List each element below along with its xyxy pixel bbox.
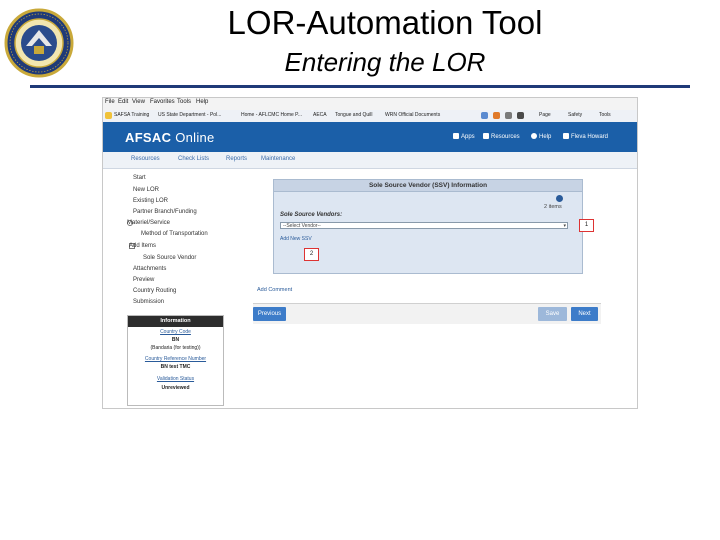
brand-bold: AFSAC: [125, 130, 172, 145]
user-icon: [563, 133, 569, 139]
menu-help[interactable]: Help: [196, 99, 208, 105]
crn-value: BN test TMC: [160, 364, 191, 370]
chevron-down-icon: ▾: [563, 223, 566, 229]
tree-item-sole-source-vendor[interactable]: Sole Source Vendor: [143, 255, 196, 261]
crn-link[interactable]: Country Reference Number: [128, 356, 223, 362]
tools-menu[interactable]: Tools: [599, 112, 611, 118]
nav-help-label: Help: [539, 134, 552, 140]
menu-file[interactable]: File: [105, 99, 115, 105]
nav-resources-label: Resources: [491, 134, 520, 140]
save-button[interactable]: Save: [538, 307, 567, 321]
add-new-ssv-link[interactable]: Add New SSV: [280, 236, 312, 242]
ssv-panel-title: Sole Source Vendor (SSV) Information: [274, 180, 582, 192]
print-icon[interactable]: [517, 112, 524, 119]
next-button[interactable]: Next: [571, 307, 598, 321]
slide-subtitle: Entering the LOR: [284, 47, 486, 77]
nav-resources[interactable]: Resources: [483, 133, 520, 140]
menu-tools[interactable]: Tools: [177, 99, 191, 105]
button-bar: Previous Save Next: [253, 303, 601, 324]
tree-item-attachments[interactable]: Attachments: [133, 266, 166, 272]
information-header: Information: [128, 316, 223, 327]
vendor-select[interactable]: --Select Vendor-- ▾: [280, 222, 568, 229]
tree-item-add-items-label: Add Items: [129, 243, 157, 249]
tree-item-existing-lor[interactable]: Existing LOR: [133, 198, 168, 204]
info-icon[interactable]: [556, 195, 563, 202]
vendor-select-value: --Select Vendor--: [283, 223, 321, 229]
favorite-link[interactable]: AECA: [313, 112, 327, 118]
grid-icon: [453, 133, 459, 139]
callout-2: 2: [304, 248, 319, 261]
favorite-link[interactable]: SAFSA Training: [114, 112, 149, 118]
ssv-panel: Sole Source Vendor (SSV) Information 2 i…: [273, 179, 594, 274]
favorites-star-icon[interactable]: [105, 112, 112, 119]
validation-status-link[interactable]: Validation Status: [128, 376, 223, 382]
nav-user-label: Fleva Howard: [571, 134, 609, 140]
nav-help[interactable]: Help: [531, 133, 551, 140]
slide-title: LOR-Automation Tool: [227, 4, 543, 41]
tree-item-submission[interactable]: Submission: [133, 299, 164, 305]
favorite-link[interactable]: Home - AFLCMC Home P...: [241, 112, 302, 118]
subnav-resources[interactable]: Resources: [131, 156, 160, 162]
nav-apps-label: Apps: [461, 134, 475, 140]
favorite-link[interactable]: WRN Official Documents: [385, 112, 440, 118]
previous-button[interactable]: Previous: [253, 307, 286, 321]
subnav-reports[interactable]: Reports: [226, 156, 247, 162]
tree-item-new-lor[interactable]: New LOR: [133, 187, 159, 193]
ssv-label: Sole Source Vendors:: [280, 212, 343, 218]
app-brand[interactable]: AFSAC Online: [125, 130, 215, 145]
country-code-value: BN: [171, 337, 180, 343]
title-divider: [30, 85, 690, 88]
information-panel: Information Country Code BN (Bandaria (f…: [127, 315, 224, 406]
home-icon[interactable]: [481, 112, 488, 119]
app-subnav: Resources Check Lists Reports Maintenanc…: [103, 152, 637, 169]
validation-status-value: Unreviewed: [161, 385, 190, 391]
app-screenshot: File Edit View Favorites Tools Help SAFS…: [102, 97, 638, 409]
help-icon: [531, 133, 537, 139]
country-code-link[interactable]: Country Code: [128, 329, 223, 335]
page-menu[interactable]: Page: [539, 112, 551, 118]
items-count: 2 items: [544, 204, 562, 210]
menu-favorites[interactable]: Favorites: [150, 99, 175, 105]
tree-item-start[interactable]: Start: [133, 175, 146, 181]
menu-edit[interactable]: Edit: [118, 99, 128, 105]
callout-1: 1: [579, 219, 594, 232]
tree-item-transportation[interactable]: Method of Transportation: [141, 231, 208, 237]
tree-item-preview[interactable]: Preview: [133, 277, 154, 283]
country-code-description: (Bandaria (for testing)): [150, 345, 201, 351]
menu-view[interactable]: View: [132, 99, 145, 105]
safety-menu[interactable]: Safety: [568, 112, 582, 118]
feeds-icon[interactable]: [493, 112, 500, 119]
tree-item-materiel-label: Materiel/Service: [127, 220, 171, 226]
tree-item-partner-branch[interactable]: Partner Branch/Funding: [133, 209, 197, 215]
nav-user[interactable]: Fleva Howard: [563, 133, 608, 140]
subnav-maintenance[interactable]: Maintenance: [261, 156, 295, 162]
brand-thin: Online: [171, 130, 215, 145]
tree-item-country-routing[interactable]: Country Routing: [133, 288, 176, 294]
favorite-link[interactable]: US State Department - Pol...: [158, 112, 221, 118]
favorite-link[interactable]: Tongue and Quill: [335, 112, 373, 118]
nav-apps[interactable]: Apps: [453, 133, 475, 140]
bookmark-icon: [483, 133, 489, 139]
add-comment-link[interactable]: Add Comment: [257, 287, 292, 293]
mail-icon[interactable]: [505, 112, 512, 119]
subnav-check-lists[interactable]: Check Lists: [178, 156, 209, 162]
app-header: AFSAC Online Apps Resources Help Fleva H…: [103, 122, 637, 152]
